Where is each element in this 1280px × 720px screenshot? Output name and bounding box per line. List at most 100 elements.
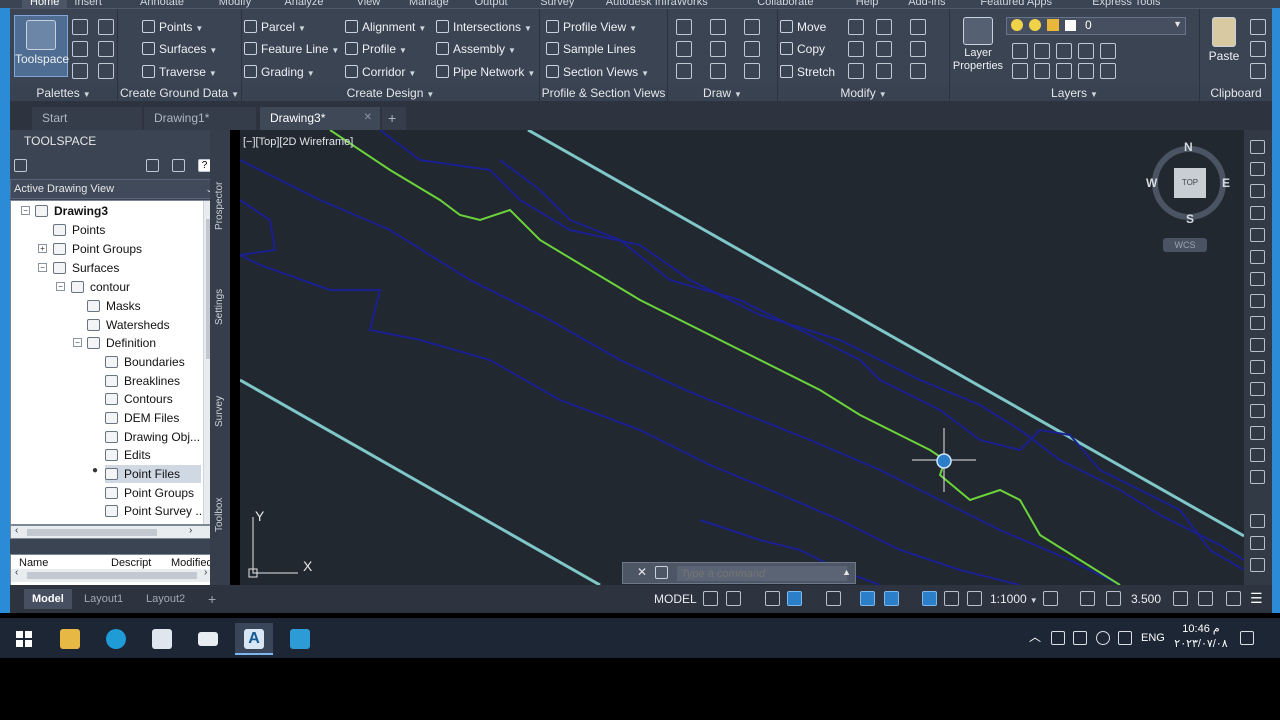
mirror-icon[interactable] bbox=[848, 41, 864, 57]
ribbon-tab-autodesk-infraworks[interactable]: Autodesk InfraWorks bbox=[606, 0, 708, 8]
network-globe-icon[interactable] bbox=[1096, 631, 1110, 645]
corridor-button[interactable]: Corridor ▼ bbox=[345, 62, 416, 82]
parcel-button[interactable]: Parcel ▼ bbox=[244, 17, 306, 37]
layer-tool-3-icon[interactable] bbox=[1056, 43, 1072, 59]
tool-15-icon[interactable] bbox=[1250, 448, 1265, 462]
tree-node-point-files[interactable]: Point Files bbox=[105, 465, 201, 483]
paste-button[interactable]: Paste bbox=[1204, 15, 1244, 63]
volume-icon[interactable] bbox=[1118, 631, 1132, 645]
workspace-icon[interactable] bbox=[1173, 591, 1188, 606]
hatch-icon[interactable] bbox=[744, 63, 760, 79]
close-icon[interactable]: ✕ bbox=[637, 565, 647, 579]
edge-button[interactable] bbox=[97, 623, 135, 655]
layer-tool-5-icon[interactable] bbox=[1100, 43, 1116, 59]
compass-west[interactable]: W bbox=[1146, 176, 1157, 190]
tree-node-edits[interactable]: Edits bbox=[105, 446, 151, 464]
scroll-left-icon[interactable]: ‹ bbox=[15, 525, 18, 536]
draw-title[interactable]: Draw ▼ bbox=[668, 84, 777, 102]
layer-dropdown[interactable]: 0 ▼ bbox=[1006, 17, 1186, 35]
tree-node-boundaries[interactable]: Boundaries bbox=[105, 353, 185, 371]
microphone-icon[interactable] bbox=[1051, 631, 1065, 645]
tool-4-icon[interactable] bbox=[1250, 206, 1265, 220]
start-button[interactable] bbox=[4, 623, 42, 655]
settings-icon[interactable] bbox=[14, 159, 27, 172]
menu-icon[interactable]: ☰ bbox=[1250, 591, 1265, 606]
compass-east[interactable]: E bbox=[1222, 176, 1230, 190]
tree-horizontal-scrollbar[interactable]: ‹ › bbox=[10, 525, 218, 539]
tyy-icon[interactable] bbox=[98, 19, 114, 35]
tool-1-icon[interactable] bbox=[1250, 140, 1265, 154]
doc-tab-drawing3[interactable]: Drawing3* ✕ bbox=[260, 107, 380, 130]
tool-11-icon[interactable] bbox=[1250, 360, 1265, 374]
rotate-icon[interactable] bbox=[848, 19, 864, 35]
photos-button[interactable] bbox=[281, 623, 319, 655]
ellipse-icon[interactable] bbox=[710, 63, 726, 79]
tool-palette-icon[interactable] bbox=[98, 41, 114, 57]
ribbon-tab-express-tools[interactable]: Express Tools bbox=[1092, 0, 1160, 8]
sample-lines-button[interactable]: Sample Lines bbox=[546, 39, 636, 59]
tree-node-drawing[interactable]: Drawing3 bbox=[35, 202, 108, 220]
doc-tab-drawing1[interactable]: Drawing1* bbox=[144, 107, 256, 130]
tool-14-icon[interactable] bbox=[1250, 426, 1265, 440]
feature-line-button[interactable]: Feature Line ▼ bbox=[244, 39, 339, 59]
erase-icon[interactable] bbox=[910, 19, 926, 35]
new-layout-button[interactable]: + bbox=[200, 589, 224, 609]
profile-button[interactable]: Profile ▼ bbox=[345, 39, 407, 59]
ribbon-tab-help[interactable]: Help bbox=[856, 0, 879, 8]
layers-title[interactable]: Layers ▼ bbox=[950, 84, 1199, 102]
tree-node-point-survey[interactable]: Point Survey ... bbox=[105, 502, 205, 520]
copy-button[interactable]: Copy bbox=[780, 39, 825, 59]
collapse-toggle[interactable]: − bbox=[38, 263, 47, 272]
tree-node-breaklines[interactable]: Breaklines bbox=[105, 372, 180, 390]
rectangle-icon[interactable] bbox=[744, 41, 760, 57]
stretch-button[interactable]: Stretch bbox=[780, 62, 835, 82]
compass-north[interactable]: N bbox=[1184, 140, 1193, 154]
object-snap-tracking-icon[interactable] bbox=[860, 591, 875, 606]
hardware-accel-icon[interactable] bbox=[1198, 591, 1213, 606]
close-tab-icon[interactable]: ✕ bbox=[364, 107, 372, 129]
traverse-button[interactable]: Traverse ▼ bbox=[142, 62, 217, 82]
surfaces-button[interactable]: Surfaces ▼ bbox=[142, 39, 217, 59]
undo-arrow-icon[interactable] bbox=[744, 19, 760, 35]
tool-18-icon[interactable] bbox=[1250, 536, 1265, 550]
expand-toggle[interactable]: + bbox=[38, 244, 47, 253]
ribbon-tab-survey[interactable]: Survey bbox=[540, 0, 574, 8]
section-views-button[interactable]: Section Views ▼ bbox=[546, 62, 649, 82]
ribbon-tab-featured-apps[interactable]: Featured Apps bbox=[980, 0, 1052, 8]
chevron-up-icon[interactable]: ︿ bbox=[1029, 628, 1041, 645]
assembly-button[interactable]: Assembly ▼ bbox=[436, 39, 516, 59]
offset-icon[interactable] bbox=[910, 63, 926, 79]
polyline-icon[interactable] bbox=[676, 41, 692, 57]
profile-view-button[interactable]: Profile View ▼ bbox=[546, 17, 637, 37]
isodraft-icon[interactable] bbox=[826, 591, 841, 606]
plus-icon[interactable] bbox=[1080, 591, 1095, 606]
points-button[interactable]: Points ▼ bbox=[142, 17, 203, 37]
tool-17-icon[interactable] bbox=[1250, 514, 1265, 528]
tool-5-icon[interactable] bbox=[1250, 228, 1265, 242]
palettes-title[interactable]: Palettes ▼ bbox=[10, 84, 117, 102]
system-clock[interactable]: 10:46 م ٢٠٢٣/٠٧/٠٨ bbox=[1168, 622, 1234, 652]
fullscreen-icon[interactable] bbox=[1226, 591, 1241, 606]
tree-node-definition[interactable]: Definition bbox=[87, 334, 156, 352]
new-tab-button[interactable]: + bbox=[382, 107, 406, 130]
collapse-toggle[interactable]: − bbox=[73, 338, 82, 347]
ribbon-tab-annotate[interactable]: Annotate bbox=[140, 0, 184, 8]
ribbon-tab-view[interactable]: View bbox=[357, 0, 381, 8]
grid-icon[interactable] bbox=[703, 591, 718, 606]
annotation-scale-icon[interactable] bbox=[967, 591, 982, 606]
wcs-menu[interactable]: WCS bbox=[1163, 238, 1207, 252]
layer-tool-6-icon[interactable] bbox=[1012, 63, 1028, 79]
layout-tab-layout2[interactable]: Layout2 bbox=[138, 589, 193, 609]
sheet-set-icon[interactable] bbox=[98, 63, 114, 79]
viewport-controls[interactable]: [−][Top][2D Wireframe] bbox=[243, 136, 353, 148]
layout-tab-model[interactable]: Model bbox=[24, 589, 72, 609]
tree-node-watersheds[interactable]: Watersheds bbox=[87, 316, 170, 334]
line-icon[interactable] bbox=[676, 19, 692, 35]
arc-icon[interactable] bbox=[710, 19, 726, 35]
mail-button[interactable] bbox=[189, 623, 227, 655]
cut-icon[interactable] bbox=[1250, 19, 1266, 35]
tool-8-icon[interactable] bbox=[1250, 294, 1265, 308]
layer-tool-8-icon[interactable] bbox=[1056, 63, 1072, 79]
create-design-title[interactable]: Create Design ▼ bbox=[242, 84, 539, 102]
annotation-visibility-icon[interactable] bbox=[922, 591, 937, 606]
